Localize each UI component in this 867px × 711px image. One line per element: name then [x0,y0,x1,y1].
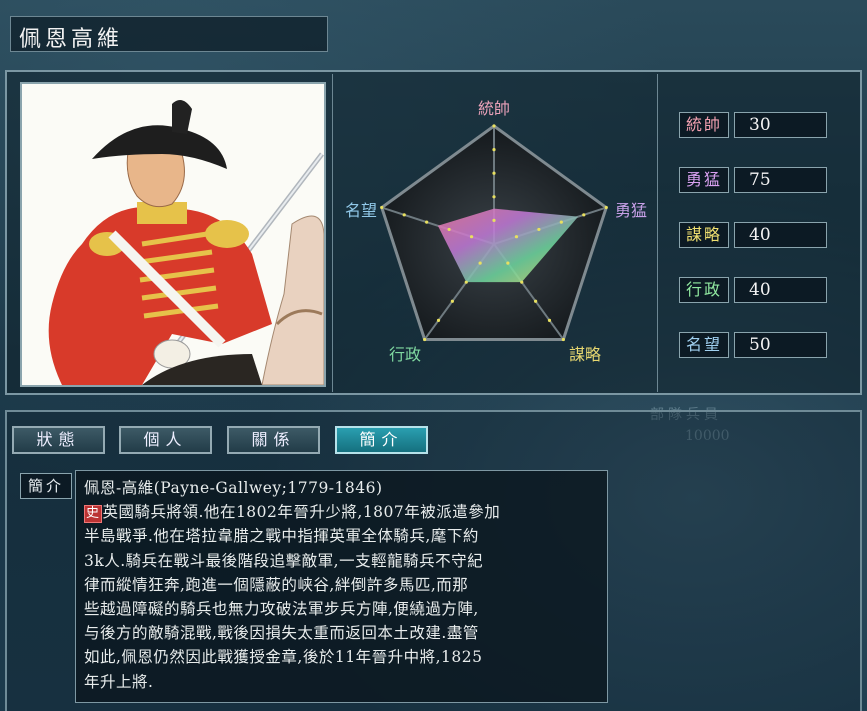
biography-line: 半島戰爭.他在塔拉韋腊之戰中指揮英軍全体騎兵,麾下約 [84,527,479,546]
stat-value: 50 [734,332,827,358]
portrait-illustration [22,84,324,385]
biography-text-box[interactable]: 佩恩-高維(Payne-Gallwey;1779-1846) 史英國騎兵將領.他… [75,470,608,703]
radar-tick-admin-2 [464,280,468,284]
biography-label: 簡介 [20,473,72,499]
attribute-stats-list: 統帥 30 勇猛 75 謀略 40 行政 40 名望 50 [657,74,857,392]
stat-label: 行政 [679,277,729,303]
stat-label: 名望 [679,332,729,358]
biography-line: 史英國騎兵將領.他在1802年晉升少將,1807年被派遣參加 [84,500,599,524]
stat-value: 40 [734,277,827,303]
character-name-box: 佩恩高維 [10,16,328,52]
radar-label-command: 統帥 [478,99,510,118]
attribute-radar-chart: 統帥 勇猛 謀略 行政 名望 [332,74,658,392]
character-portrait [20,82,326,387]
radar-svg: 統帥 勇猛 謀略 行政 名望 [345,99,647,364]
biography-line: 些越過障礙的騎兵也無力攻破法軍步兵方陣,便繞過方陣, [84,600,479,619]
radar-tick-command-1 [492,218,496,222]
radar-tick-admin-5 [423,337,427,342]
radar-tick-command-3 [492,171,496,175]
radar-tick-fame-1 [469,235,474,239]
tab-biography[interactable]: 簡介 [335,426,428,454]
character-name: 佩恩高維 [19,27,124,52]
radar-tick-strategy-3 [534,299,538,303]
radar-tick-fame-4 [402,213,406,217]
history-badge: 史 [84,505,102,524]
biography-line: 如此,佩恩仍然因此戰獲授金章,後於11年晉升中將,1825 [84,648,483,667]
character-overview-panel: 統帥 勇猛 謀略 行政 名望 統帥 30 勇猛 75 謀略 40 行政 40 名… [5,70,862,395]
radar-tick-strategy-2 [520,280,524,284]
radar-tick-command-4 [492,148,496,152]
radar-label-valor: 勇猛 [615,201,647,220]
radar-tick-admin-1 [478,261,482,265]
radar-tick-valor-1 [514,235,519,239]
radar-tick-command-2 [492,195,496,199]
stat-label: 勇猛 [679,167,729,193]
radar-tick-strategy-1 [506,261,510,265]
radar-tick-valor-5 [604,205,608,210]
radar-tick-fame-5 [380,205,384,210]
biography-heading: 佩恩-高維(Payne-Gallwey;1779-1846) [84,479,383,497]
radar-label-strategy: 謀略 [569,345,601,364]
tab-status[interactable]: 狀態 [12,426,105,454]
biography-line-text: 英國騎兵將領.他在1802年晉升少將,1807年被派遣參加 [102,503,501,522]
biography-line: 3k人.騎兵在戰斗最後階段追擊敵軍,一支輕龍騎兵不守紀 [84,551,484,570]
radar-tick-command-5 [492,124,496,128]
radar-tick-fame-3 [425,220,429,224]
radar-tick-strategy-4 [547,318,552,322]
stat-value: 40 [734,222,827,248]
biography-line: 律而縱情狂奔,跑進一個隱蔽的峡谷,絆倒許多馬匹,而那 [84,575,469,594]
radar-tick-fame-2 [447,227,451,232]
stat-value: 75 [734,167,827,193]
tab-relations[interactable]: 關係 [227,426,320,454]
radar-tick-admin-3 [450,299,454,303]
radar-tick-valor-2 [537,227,541,232]
radar-tick-admin-4 [436,318,441,322]
stat-label: 謀略 [679,222,729,248]
stat-value: 30 [734,112,827,138]
radar-tick-strategy-5 [561,337,565,342]
stat-label: 統帥 [679,112,729,138]
radar-tick-valor-4 [582,213,586,217]
tab-personal[interactable]: 個人 [119,426,212,454]
radar-label-fame: 名望 [345,201,377,220]
radar-tick-valor-3 [559,220,563,224]
biography-line: 年升上將. [84,672,154,691]
radar-label-admin: 行政 [389,345,421,364]
biography-line: 与後方的敵騎混戰,戰後因損失太重而返回本土改建.盡管 [84,624,479,643]
